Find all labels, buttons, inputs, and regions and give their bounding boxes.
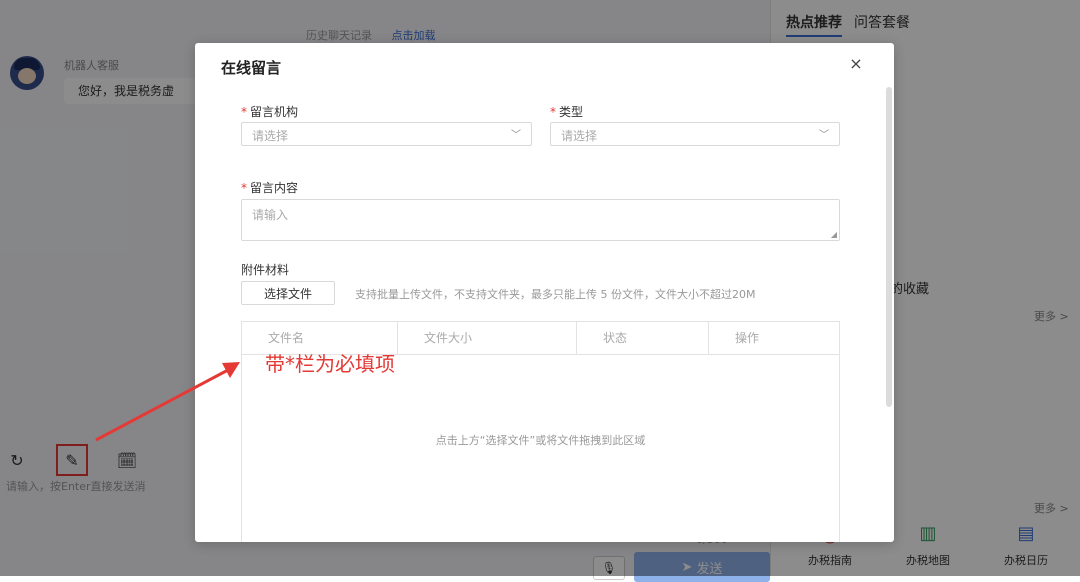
annotation-arrow [95, 362, 240, 442]
